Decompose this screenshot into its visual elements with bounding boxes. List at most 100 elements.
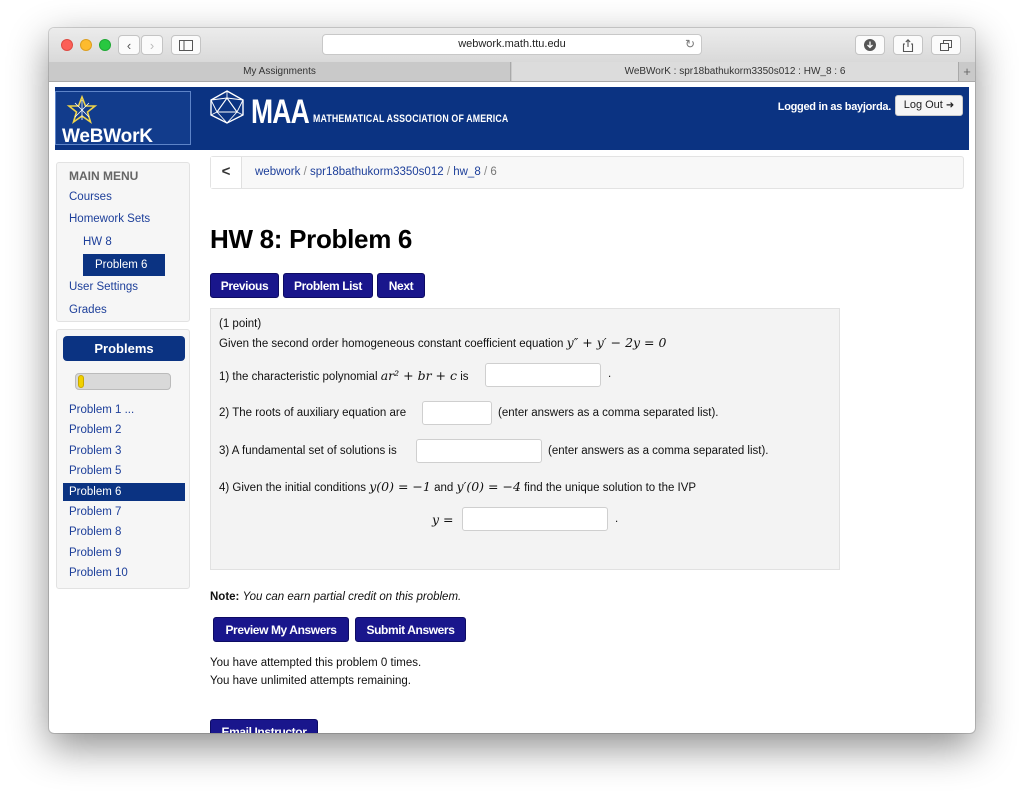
menu-item-homework-sets[interactable]: Homework Sets bbox=[69, 213, 150, 225]
share-button[interactable] bbox=[893, 35, 923, 55]
downloads-button[interactable] bbox=[855, 35, 885, 55]
menu-item-problem-6[interactable]: Problem 6 bbox=[83, 254, 165, 276]
problem-points: (1 point) bbox=[219, 318, 262, 330]
q1-suffix: is bbox=[460, 371, 469, 383]
share-icon bbox=[902, 38, 914, 52]
remaining-attempts-text: You have unlimited attempts remaining. bbox=[210, 675, 411, 687]
zoom-window-button[interactable] bbox=[99, 39, 111, 51]
breadcrumb-current: 6 bbox=[490, 166, 497, 178]
breadcrumb-separator: / bbox=[446, 166, 451, 178]
menu-item-user-settings[interactable]: User Settings bbox=[69, 281, 138, 293]
back-button[interactable]: ‹ bbox=[118, 35, 140, 55]
breadcrumb-separator: / bbox=[303, 166, 307, 178]
browser-window: ‹ › webwork.math.ttu.edu ↻ My Assignment… bbox=[49, 28, 975, 733]
tab-webwork-problem[interactable]: WeBWorK : spr18bathukorm3350s012 : HW_8 … bbox=[512, 62, 958, 81]
tab-my-assignments[interactable]: My Assignments bbox=[49, 62, 511, 81]
problem-link-8[interactable]: Problem 8 bbox=[69, 526, 121, 538]
problem-link-2[interactable]: Problem 2 bbox=[69, 424, 121, 436]
q1-after: . bbox=[608, 368, 612, 380]
q2-prefix: 2) The roots of auxiliary equation are bbox=[219, 407, 407, 419]
site-header: WeBWorK MAA MATHEMATICAL ASSOCIATION OF … bbox=[55, 87, 969, 150]
q4-suffix: find the unique solution to the IVP bbox=[524, 482, 697, 494]
q4-answer-input[interactable] bbox=[462, 507, 608, 531]
menu-item-hw8[interactable]: HW 8 bbox=[83, 236, 112, 248]
problem-intro-text: Given the second order homogeneous const… bbox=[219, 338, 564, 350]
breadcrumb-back-button[interactable]: < bbox=[211, 157, 242, 188]
reload-icon[interactable]: ↻ bbox=[685, 35, 695, 54]
problem-link-5[interactable]: Problem 5 bbox=[69, 465, 121, 477]
menu-item-courses[interactable]: Courses bbox=[69, 191, 112, 203]
maa-subtitle: MATHEMATICAL ASSOCIATION OF AMERICA bbox=[313, 113, 509, 125]
logged-in-text: Logged in as bayjorda. bbox=[777, 101, 892, 113]
log-out-button[interactable]: Log Out ➜ bbox=[895, 95, 963, 116]
address-bar[interactable]: webwork.math.ttu.edu ↻ bbox=[322, 34, 702, 55]
problem-body: (1 point) Given the second order homogen… bbox=[210, 308, 840, 570]
breadcrumb-webwork[interactable]: webwork bbox=[255, 166, 300, 178]
note-label: Note: bbox=[210, 591, 240, 603]
q4-text: 4) Given the initial conditions y(0) = −… bbox=[219, 479, 696, 494]
breadcrumb-course[interactable]: spr18bathukorm3350s012 bbox=[310, 166, 444, 178]
q4-and: and bbox=[434, 482, 454, 494]
problem-list-button[interactable]: Problem List bbox=[283, 273, 373, 298]
sign-out-icon: ➜ bbox=[945, 100, 955, 111]
main-menu-title: MAIN MENU bbox=[69, 169, 139, 183]
close-window-button[interactable] bbox=[61, 39, 73, 51]
problem-link-3[interactable]: Problem 3 bbox=[69, 445, 121, 457]
new-tab-button[interactable]: + bbox=[958, 62, 975, 81]
submit-answers-button[interactable]: Submit Answers bbox=[355, 617, 466, 642]
browser-toolbar: ‹ › webwork.math.ttu.edu ↻ bbox=[49, 28, 975, 63]
q1-answer-input[interactable] bbox=[485, 363, 601, 387]
q3-hint: (enter answers as a comma separated list… bbox=[548, 445, 769, 457]
webwork-logo-text: WeBWorK bbox=[62, 126, 153, 147]
tabs-overview-button[interactable] bbox=[931, 35, 961, 55]
log-out-label: Log Out bbox=[903, 99, 943, 111]
breadcrumb-trail: webwork / spr18bathukorm3350s012 / hw_8 … bbox=[255, 166, 497, 178]
q2-answer-input[interactable] bbox=[422, 401, 492, 425]
q4-condition-2: y′(0) = −4 bbox=[456, 479, 521, 494]
q1-prefix: 1) the characteristic polynomial bbox=[219, 371, 378, 383]
minimize-window-button[interactable] bbox=[80, 39, 92, 51]
sidebar-toggle-button[interactable] bbox=[171, 35, 201, 55]
q4-prefix: 4) Given the initial conditions bbox=[219, 482, 367, 494]
chevron-left-icon: ‹ bbox=[126, 37, 132, 53]
q4-after: . bbox=[615, 513, 619, 525]
breadcrumb-separator: / bbox=[483, 166, 488, 178]
problem-link-6[interactable]: Problem 6 bbox=[63, 483, 185, 501]
partial-credit-note: Note: You can earn partial credit on thi… bbox=[210, 591, 461, 603]
note-text: You can earn partial credit on this prob… bbox=[242, 591, 462, 603]
tabs-icon bbox=[940, 39, 952, 51]
q4-condition-1: y(0) = −1 bbox=[369, 479, 431, 494]
forward-button[interactable]: › bbox=[141, 35, 163, 55]
email-instructor-button[interactable]: Email Instructor bbox=[210, 719, 318, 733]
tab-bar: My Assignments WeBWorK : spr18bathukorm3… bbox=[49, 62, 975, 82]
problem-link-9[interactable]: Problem 9 bbox=[69, 547, 121, 559]
problem-link-1[interactable]: Problem 1 ... bbox=[69, 404, 134, 416]
url-text: webwork.math.ttu.edu bbox=[458, 38, 566, 50]
q3-answer-input[interactable] bbox=[416, 439, 542, 463]
main-menu: MAIN MENU Courses Homework Sets HW 8 Pro… bbox=[56, 162, 190, 322]
q1-text: 1) the characteristic polynomial ar² + b… bbox=[219, 368, 469, 383]
problem-intro: Given the second order homogeneous const… bbox=[219, 335, 666, 350]
q4-answer-label: y = bbox=[432, 512, 454, 527]
problem-link-10[interactable]: Problem 10 bbox=[69, 567, 128, 579]
webwork-star-icon bbox=[66, 95, 98, 124]
problem-equation: y″ + y′ − 2y = 0 bbox=[566, 335, 667, 350]
webwork-logo[interactable]: WeBWorK bbox=[55, 91, 191, 147]
q3-prefix: 3) A fundamental set of solutions is bbox=[219, 445, 397, 457]
chevron-right-icon: › bbox=[149, 37, 155, 53]
progress-bar bbox=[75, 373, 171, 390]
q2-hint: (enter answers as a comma separated list… bbox=[498, 407, 719, 419]
q1-math: ar² + br + c bbox=[380, 368, 457, 383]
problem-link-7[interactable]: Problem 7 bbox=[69, 506, 121, 518]
page-title: HW 8: Problem 6 bbox=[210, 224, 413, 254]
preview-answers-button[interactable]: Preview My Answers bbox=[213, 617, 349, 642]
sidebar-icon bbox=[179, 39, 193, 51]
next-button[interactable]: Next bbox=[377, 273, 425, 298]
previous-button[interactable]: Previous bbox=[210, 273, 279, 298]
download-icon bbox=[864, 39, 876, 51]
progress-bar-fill bbox=[78, 375, 85, 388]
problems-header[interactable]: Problems bbox=[63, 336, 185, 361]
menu-item-grades[interactable]: Grades bbox=[69, 304, 107, 316]
breadcrumb-set[interactable]: hw_8 bbox=[453, 166, 481, 178]
maa-icosahedron-icon bbox=[210, 90, 244, 124]
